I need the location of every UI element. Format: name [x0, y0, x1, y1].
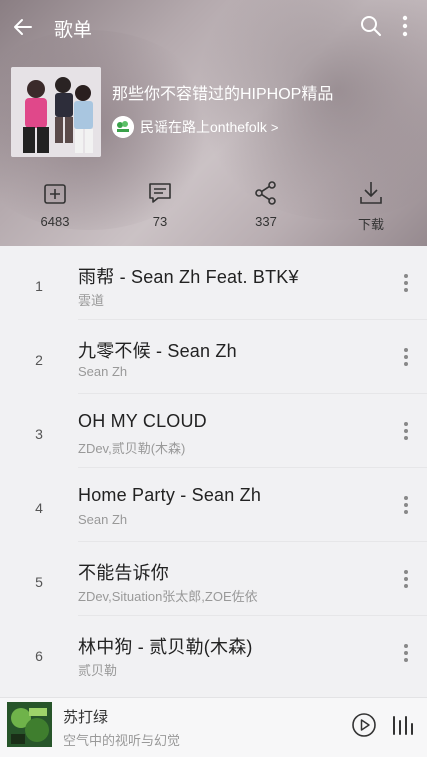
song-more-button[interactable] — [398, 272, 414, 294]
more-vertical-icon — [402, 15, 408, 37]
more-options-button[interactable] — [396, 13, 414, 39]
mini-player[interactable]: 苏打绿 空气中的视听与幻觉 — [0, 697, 427, 757]
song-title: Home Party - Sean Zh — [78, 485, 262, 505]
now-playing-album-art[interactable] — [7, 702, 52, 747]
now-playing-title: 苏打绿 — [63, 709, 109, 726]
song-more-button[interactable] — [398, 420, 414, 442]
song-artist: ZDev,Situation张太郎,ZOE佐依 — [78, 589, 258, 604]
song-row[interactable]: 2 九零不候 - Sean Zh Sean Zh — [0, 320, 427, 394]
download-icon — [360, 182, 382, 204]
song-title: 九零不候 - Sean Zh — [78, 341, 237, 361]
creator-avatar — [112, 116, 134, 138]
play-queue-button[interactable] — [391, 713, 415, 737]
song-title: 不能告诉你 — [78, 563, 169, 583]
share-count: 337 — [255, 214, 277, 229]
chevron-right-icon: > — [270, 119, 279, 135]
play-circle-icon — [352, 713, 376, 737]
more-vertical-icon — [404, 348, 408, 366]
search-button[interactable] — [358, 13, 384, 39]
song-title: 林中狗 - 贰贝勒(木森) — [78, 637, 253, 657]
comment-button[interactable]: 73 — [125, 178, 195, 236]
now-playing-subtitle: 空气中的视听与幻觉 — [63, 733, 181, 748]
search-icon — [361, 16, 381, 36]
more-vertical-icon — [404, 496, 408, 514]
song-artist: Sean Zh — [78, 512, 128, 527]
song-row[interactable]: 6 林中狗 - 贰贝勒(木森) 贰贝勒 — [0, 616, 427, 690]
more-vertical-icon — [404, 570, 408, 588]
play-button[interactable] — [351, 712, 377, 738]
top-bar: 歌单 — [0, 0, 427, 54]
song-index: 3 — [35, 426, 43, 442]
song-index: 6 — [35, 648, 43, 664]
song-index: 5 — [35, 574, 43, 590]
song-row[interactable]: 1 雨帮 - Sean Zh Feat. BTK¥ 雲道 — [0, 246, 427, 320]
creator-link[interactable]: 民谣在路上onthefolk > — [112, 115, 278, 139]
creator-name: 民谣在路上onthefolk — [140, 119, 267, 135]
song-title: 雨帮 - Sean Zh Feat. BTK¥ — [78, 267, 299, 287]
song-row[interactable]: 3 OH MY CLOUD ZDev,贰贝勒(木森) — [0, 394, 427, 468]
song-more-button[interactable] — [398, 494, 414, 516]
song-more-button[interactable] — [398, 346, 414, 368]
song-row[interactable]: 4 Home Party - Sean Zh Sean Zh — [0, 468, 427, 542]
song-more-button[interactable] — [398, 568, 414, 590]
playlist-action-bar: 6483 73 337 下载 — [0, 178, 427, 238]
song-artist: 贰贝勒 — [78, 663, 118, 678]
song-list: 1 雨帮 - Sean Zh Feat. BTK¥ 雲道 2 九零不候 - Se… — [0, 246, 427, 697]
more-vertical-icon — [404, 644, 408, 662]
download-button[interactable]: 下载 — [336, 178, 406, 236]
song-more-button[interactable] — [398, 642, 414, 664]
song-artist: ZDev,贰贝勒(木森) — [78, 441, 186, 456]
back-button[interactable] — [10, 14, 36, 40]
song-index: 2 — [35, 352, 43, 368]
song-artist: Sean Zh — [78, 364, 128, 379]
song-title: OH MY CLOUD — [78, 411, 207, 431]
playlist-screen: 歌单 那些你不容错过的HIPHOP精品 民谣在路上onthefolk > 648… — [0, 0, 427, 757]
collect-count: 6483 — [40, 214, 70, 229]
comment-icon — [149, 183, 171, 203]
download-label: 下载 — [357, 217, 384, 232]
song-index: 1 — [35, 278, 43, 294]
share-icon — [255, 181, 276, 205]
more-vertical-icon — [404, 274, 408, 292]
collect-button[interactable]: 6483 — [20, 178, 90, 236]
arrow-left-icon — [14, 19, 32, 35]
playlist-title: 那些你不容错过的HIPHOP精品 — [112, 86, 334, 103]
song-index: 4 — [35, 500, 43, 516]
more-vertical-icon — [404, 422, 408, 440]
song-artist: 雲道 — [78, 293, 105, 308]
share-button[interactable]: 337 — [231, 178, 301, 236]
queue-bars-icon — [393, 716, 413, 735]
comment-count: 73 — [152, 214, 168, 229]
song-row[interactable]: 5 不能告诉你 ZDev,Situation张太郎,ZOE佐依 — [0, 542, 427, 616]
playlist-cover-image[interactable] — [11, 67, 101, 157]
add-to-folder-icon — [44, 184, 66, 204]
page-title: 歌单 — [54, 20, 93, 41]
